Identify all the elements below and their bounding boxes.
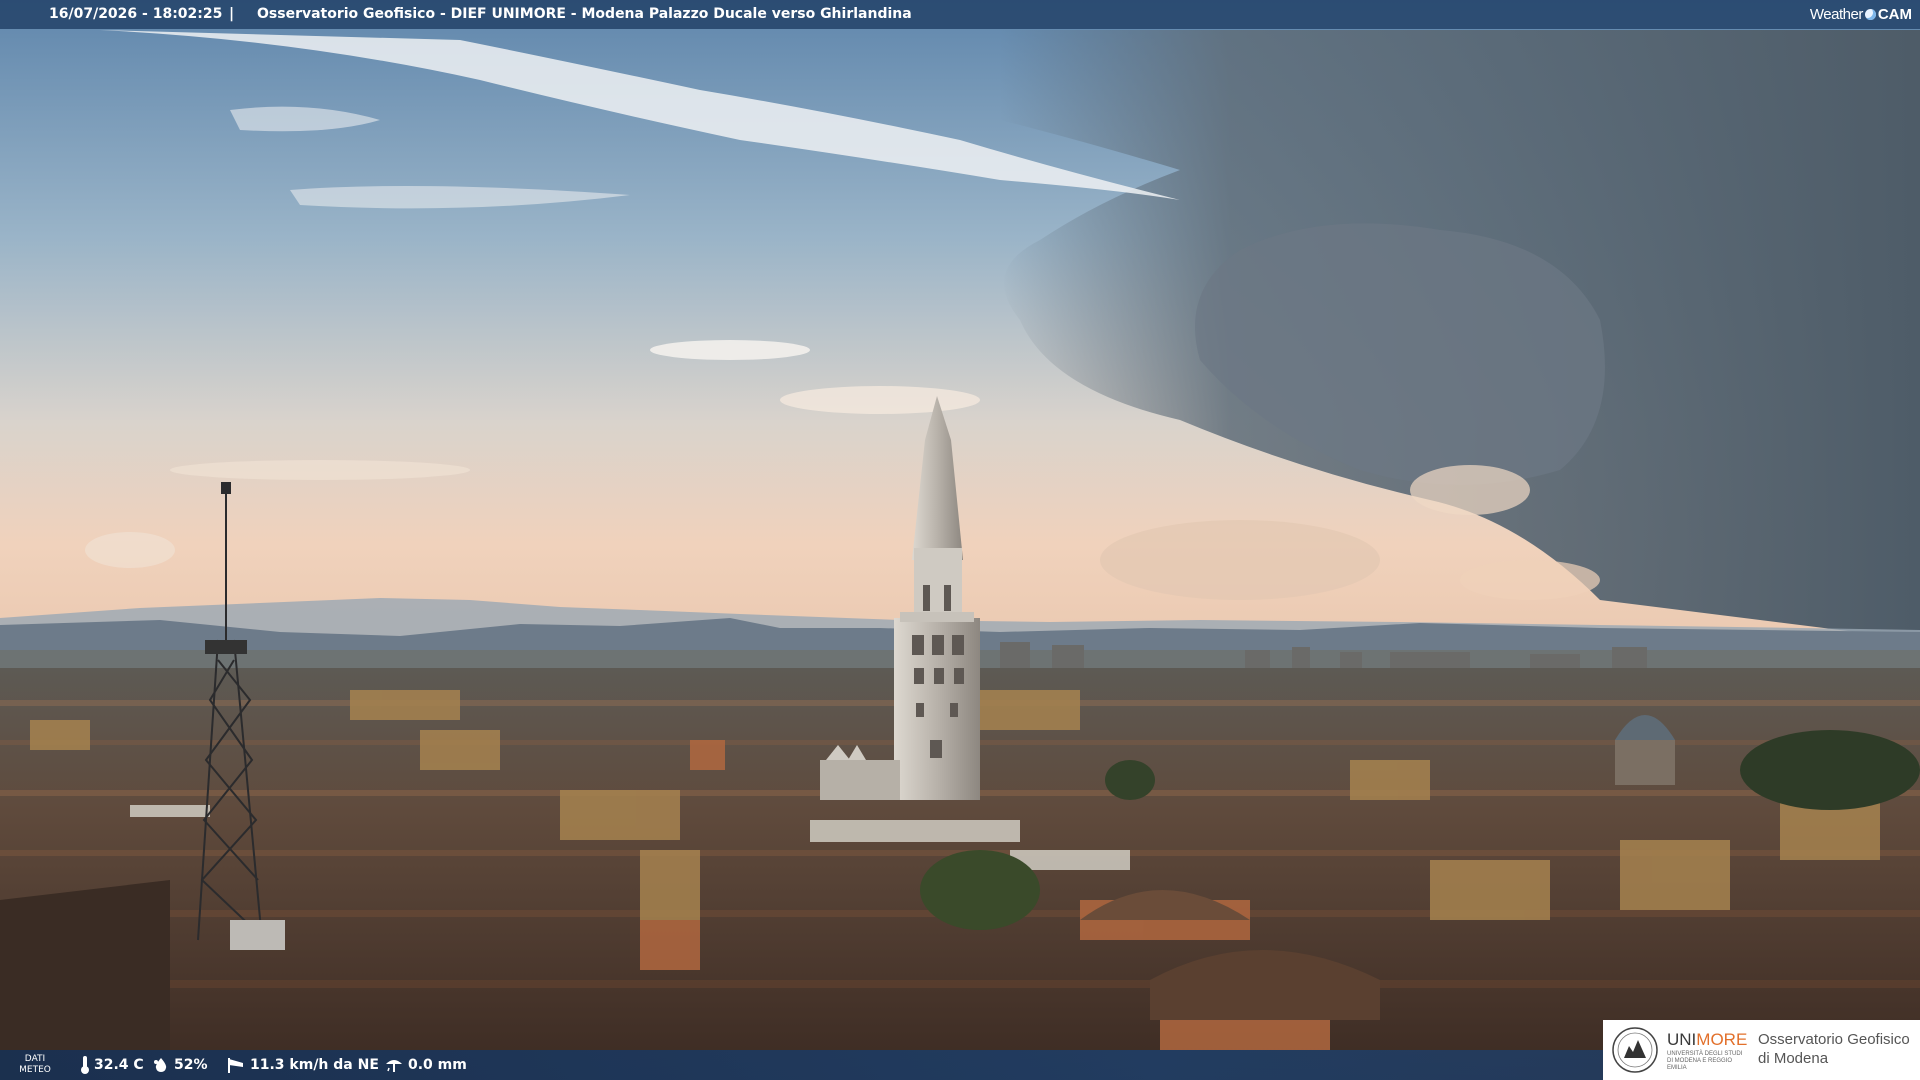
unimore-subtitle: UNIVERSITÀ DEGLI STUDI DI MODENA E REGGI… (1667, 1051, 1743, 1071)
weather-data-label: DATI METEO (12, 1054, 58, 1076)
wind-sock-icon (228, 1058, 243, 1073)
observatory-line1: Osservatorio Geofisico (1758, 1031, 1910, 1048)
temperature-reading: 32.4 C (80, 1050, 144, 1080)
rain-reading: 0.0 mm (384, 1050, 467, 1080)
city-panorama-image (0, 0, 1920, 1080)
webcam-frame: 16/07/2026 - 18:02:25 | Osservatorio Geo… (0, 0, 1920, 1080)
globe-icon (1864, 8, 1876, 20)
thermometer-icon (81, 1056, 89, 1074)
timestamp: 16/07/2026 - 18:02:25 (49, 6, 223, 22)
rain-value: 0.0 mm (408, 1057, 467, 1073)
camera-caption: Osservatorio Geofisico - DIEF UNIMORE - … (257, 6, 912, 22)
observatory-name: Osservatorio Geofisico di Modena (1758, 1030, 1910, 1068)
caption-separator: | (229, 6, 235, 22)
humidity-value: 52% (174, 1057, 208, 1073)
university-seal-icon (1612, 1027, 1658, 1073)
weathercam-logo: Weather CAM (1810, 0, 1912, 29)
brand-weather-text: Weather (1809, 6, 1863, 23)
wind-value: 11.3 km/h da NE (250, 1057, 379, 1073)
humidity-reading: 52% (152, 1050, 208, 1080)
unimore-wordmark-b: MORE (1696, 1030, 1748, 1049)
temperature-value: 32.4 C (94, 1057, 144, 1073)
brand-cam-text: CAM (1877, 6, 1912, 23)
weather-label-line2: METEO (19, 1065, 51, 1075)
unimore-wordmark: UNIMORE (1667, 1031, 1747, 1049)
rain-gauge-icon (386, 1060, 402, 1072)
unimore-wordmark-a: UNI (1667, 1030, 1697, 1049)
unimore-logo: UNIMORE UNIVERSITÀ DEGLI STUDI DI MODENA… (1603, 1020, 1920, 1080)
weather-label-line1: DATI (24, 1054, 46, 1064)
humidity-drop-icon (154, 1058, 167, 1072)
caption-bar: 16/07/2026 - 18:02:25 | Osservatorio Geo… (0, 0, 1920, 29)
wind-reading: 11.3 km/h da NE (226, 1050, 379, 1080)
observatory-line2: di Modena (1758, 1050, 1829, 1067)
